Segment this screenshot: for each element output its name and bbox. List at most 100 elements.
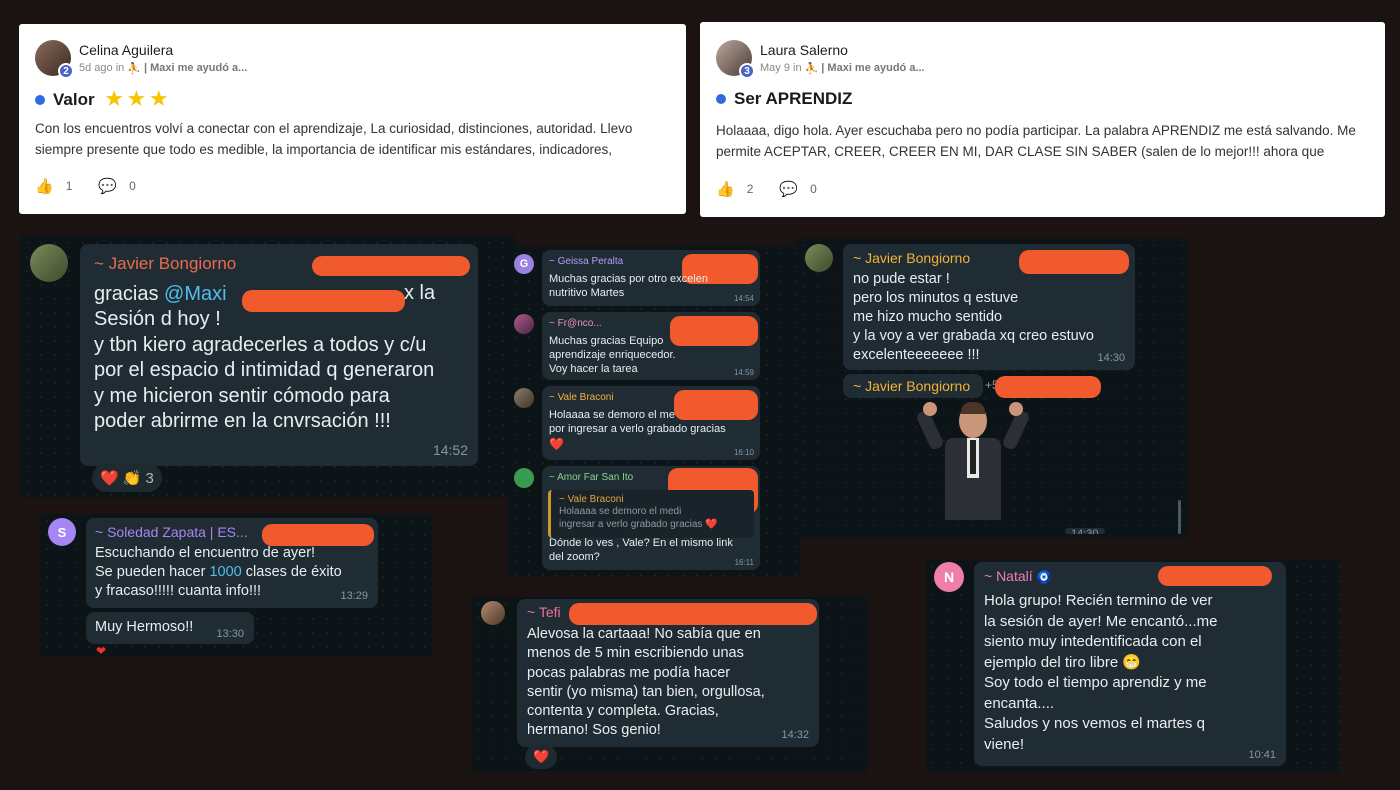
sender-name[interactable]: ~ Natalí 🧿: [984, 568, 1051, 584]
thumbs-up-icon[interactable]: 👍: [716, 180, 735, 198]
level-badge: 2: [58, 63, 74, 79]
avatar[interactable]: G: [514, 254, 534, 274]
reaction-emojis: ❤️ 👏: [100, 470, 142, 487]
chat-screenshot-natali: N ~ Natalí 🧿 Hola grupo! Recién termino …: [926, 560, 1340, 772]
scrollbar[interactable]: [1178, 500, 1181, 534]
group-link[interactable]: | Maxi me ayudó a...: [144, 62, 247, 74]
sender-name[interactable]: ~ Javier Bongiorno: [853, 250, 970, 266]
chat-screenshot-tefi: ~ Tefi Alevosa la cartaaa! No sabía que …: [471, 597, 868, 772]
avatar[interactable]: [30, 244, 68, 282]
like-count: 2: [746, 182, 754, 196]
avatar[interactable]: S: [48, 518, 76, 546]
avatar[interactable]: 3: [716, 40, 755, 79]
message-text: Sesión d hoy ! y tbn kiero agradecerles …: [94, 308, 435, 432]
message-time: 10:41: [1248, 749, 1276, 761]
message-bubble[interactable]: ~ Javier Bongiorno gracias @Maxi x la Se…: [80, 244, 478, 466]
post-header: 2 Celina Aguilera 5d ago in ⛹ | Maxi me ay…: [35, 40, 247, 79]
comment-count: 0: [129, 179, 136, 193]
reaction-count: 3: [145, 469, 154, 487]
message-bubble[interactable]: ~ Natalí 🧿 Hola grupo! Recién termino de…: [974, 562, 1286, 766]
sticker-image: [915, 402, 1031, 520]
post-body[interactable]: Con los encuentros volví a conectar con …: [35, 118, 670, 160]
quoted-message[interactable]: ~ Vale Braconi Holaaaa se demoro el medi…: [548, 490, 754, 538]
post-title-text: Ser APRENDIZ: [734, 89, 853, 108]
post-title[interactable]: Ser APRENDIZ: [716, 89, 852, 109]
heart-icon: ❤️: [549, 437, 564, 451]
author-name[interactable]: Celina Aguilera: [79, 42, 247, 58]
sender-name[interactable]: ~ Tefi: [527, 604, 561, 620]
sender-name[interactable]: ~ Soledad Zapata | ES...: [95, 524, 248, 540]
message-bubble[interactable]: ~ Fr@nco... Muchas gracias Equipo aprend…: [542, 312, 760, 380]
reactions[interactable]: ❤️ 👏 3: [92, 464, 162, 492]
heart-reaction-icon[interactable]: ❤: [96, 644, 106, 656]
message-bubble[interactable]: ~ Soledad Zapata | ES... Escuchando el e…: [86, 518, 378, 608]
group-icon: ⛹: [127, 62, 141, 75]
sender-name[interactable]: ~ Vale Braconi: [549, 392, 614, 403]
like-count: 1: [65, 179, 73, 193]
post-card-laura[interactable]: 3 Laura Salerno May 9 in ⛹ | Maxi me ayudó…: [700, 22, 1385, 217]
post-body[interactable]: Holaaaa, digo hola. Ayer escuchaba pero …: [716, 120, 1369, 162]
avatar[interactable]: [481, 601, 505, 625]
chat-screenshot-soledad: S ~ Soledad Zapata | ES... Escuchando el…: [40, 514, 432, 656]
chat-screenshot-javier-2: ~ Javier Bongiorno no pude estar ! pero …: [797, 238, 1187, 538]
message-text: Alevosa la cartaaa! No sabía que en meno…: [527, 626, 765, 739]
message-text: Dónde lo ves , Vale? En el mismo link de…: [549, 537, 733, 563]
avatar[interactable]: N: [934, 562, 964, 592]
avatar[interactable]: 2: [35, 40, 74, 79]
group-icon: ⛹: [804, 62, 819, 75]
redaction: [1158, 566, 1272, 586]
chat-screenshot-javier-1: ~ Javier Bongiorno gracias @Maxi x la Se…: [20, 236, 515, 498]
post-header: 3 Laura Salerno May 9 in ⛹ | Maxi me ayudó…: [716, 40, 925, 79]
sender-name-text: ~ Natalí: [984, 568, 1033, 584]
message-text: Holaaaa se demoro el me por ingresar a v…: [549, 409, 726, 435]
post-title-text: Valor: [53, 89, 95, 109]
quoted-text: Holaaaa se demoro el medi ingresar a ver…: [559, 506, 718, 530]
comment-count: 0: [810, 182, 817, 196]
message-bubble[interactable]: ~ Vale Braconi Holaaaa se demoro el me p…: [542, 386, 760, 460]
thumbs-up-icon[interactable]: 👍: [35, 177, 54, 195]
heart-reaction[interactable]: ❤️: [525, 745, 558, 769]
message-text: Hola grupo! Recién termino de ver la ses…: [984, 592, 1218, 753]
avatar[interactable]: [514, 314, 534, 334]
avatar[interactable]: [805, 244, 833, 272]
message-bubble[interactable]: ~ Javier Bongiorno no pude estar ! pero …: [843, 244, 1135, 370]
message-text: Muchas gracias Equipo aprendizaje enriqu…: [549, 335, 676, 375]
message-time: 13:29: [340, 590, 368, 602]
message-time: 14:30: [1065, 528, 1105, 534]
sender-name[interactable]: ~ Geissa Peralta: [549, 256, 623, 267]
quoted-sender: ~ Vale Braconi: [559, 494, 624, 505]
redaction: [670, 316, 758, 346]
message-time: 13:30: [216, 628, 244, 640]
message-time: 14:30: [1097, 352, 1125, 364]
message-text: Escuchando el encuentro de ayer! Se pued…: [95, 544, 342, 601]
message-bubble[interactable]: ~ Amor Far San Ito ~ Vale Braconi Holaaa…: [542, 466, 760, 570]
post-title[interactable]: Valor ★ ★ ★: [35, 88, 167, 111]
post-card-celina[interactable]: 2 Celina Aguilera 5d ago in ⛹ | Maxi me ay…: [19, 24, 686, 214]
redaction: [312, 256, 470, 276]
phone-link[interactable]: 1000: [209, 564, 241, 580]
sender-name[interactable]: ~ Javier Bongiorno: [94, 254, 236, 274]
sticker-message[interactable]: ~ Javier Bongiorno +5 14:30: [843, 374, 1105, 534]
redaction: [995, 376, 1101, 398]
avatar[interactable]: [514, 468, 534, 488]
message-time: 14:52: [432, 442, 468, 458]
message-bubble[interactable]: Muy Hermoso!! 13:30: [86, 612, 254, 644]
message-text: no pude estar ! pero los minutos q estuv…: [853, 271, 1094, 363]
author-name[interactable]: Laura Salerno: [760, 42, 925, 58]
mention[interactable]: @Maxi: [164, 283, 227, 305]
group-link[interactable]: | Maxi me ayudó a...: [821, 62, 924, 74]
message-text: Muchas gracias por otro excelen nutritiv…: [549, 273, 708, 299]
sender-name[interactable]: ~ Javier Bongiorno: [843, 374, 983, 398]
message-bubble[interactable]: ~ Geissa Peralta Muchas gracias por otro…: [542, 250, 760, 306]
post-actions: 👍 2 💬 0: [716, 180, 817, 198]
sender-name[interactable]: ~ Amor Far San Ito: [549, 472, 633, 483]
comment-icon[interactable]: 💬: [98, 177, 117, 195]
message-bubble[interactable]: ~ Tefi Alevosa la cartaaa! No sabía que …: [517, 599, 819, 747]
message-time: 14:54: [733, 294, 754, 303]
avatar[interactable]: [514, 388, 534, 408]
unread-dot-icon: [716, 94, 726, 104]
comment-icon[interactable]: 💬: [779, 180, 798, 198]
message-time: 14:59: [733, 368, 754, 377]
sender-name[interactable]: ~ Fr@nco...: [549, 318, 602, 329]
message-text: Muy Hermoso!!: [95, 619, 194, 635]
